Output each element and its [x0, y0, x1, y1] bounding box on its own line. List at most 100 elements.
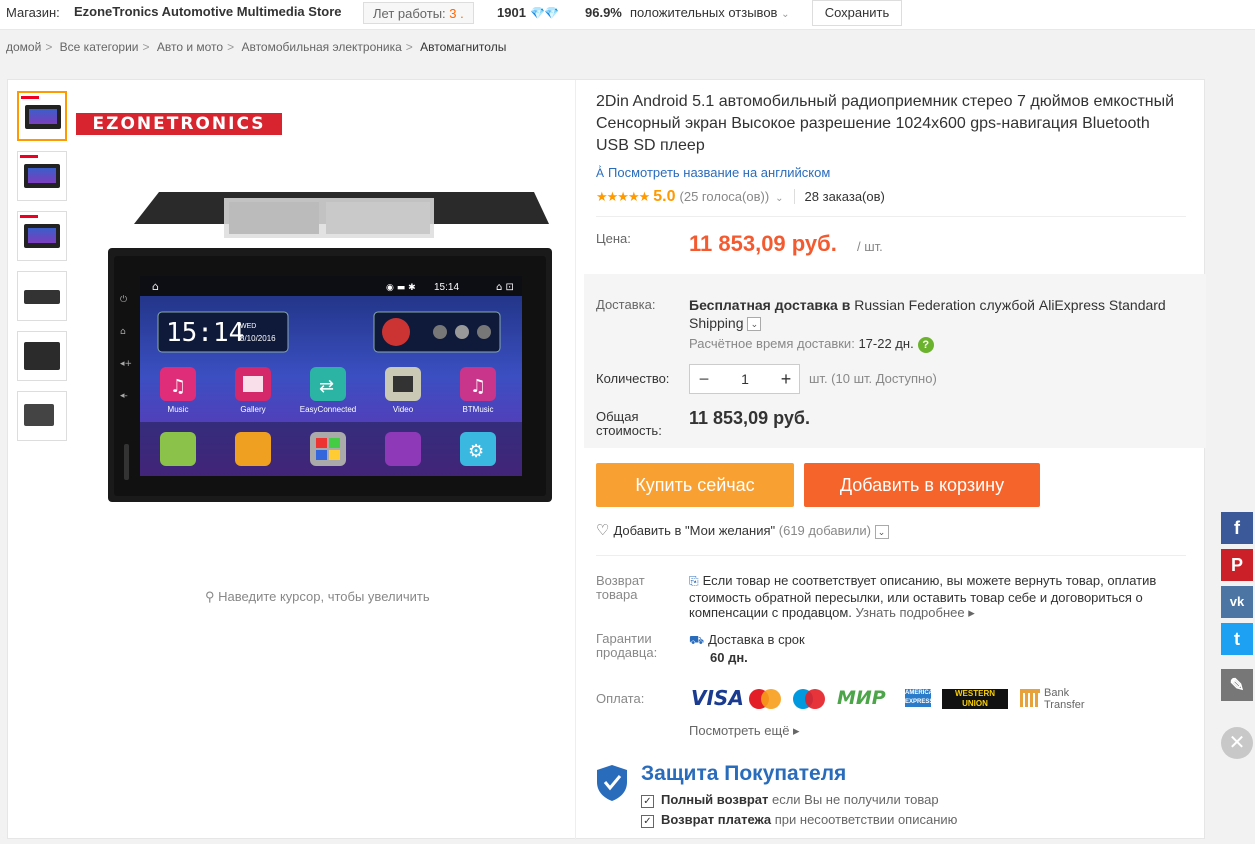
screen-date: 8/10/2016	[240, 334, 276, 343]
returns-more-link[interactable]: Узнать подробнее ▸	[856, 605, 975, 620]
quantity-stepper: − 1 +	[689, 364, 800, 394]
price-value: 11 853,09 руб.	[689, 231, 837, 256]
breadcrumb-all-categories[interactable]: Все категории	[60, 40, 139, 54]
delivery-options-dropdown[interactable]: ⌄	[747, 317, 762, 332]
thumb-image	[24, 290, 60, 304]
delivery-eta: Расчётное время доставки: 17-22 дн.?	[689, 336, 934, 353]
thumb-image	[24, 342, 60, 370]
main-product-image[interactable]: ⌂ ◉ ▬ ✱ 15:14 ⌂ ⊡ 15:14 WED 8/10/2016 ♫ …	[104, 184, 564, 514]
positive-feedback-dropdown[interactable]: положительных отзывов ⌄	[630, 5, 789, 20]
diamond-icon: 💎💎	[530, 6, 559, 20]
twitter-share-icon[interactable]: t	[1221, 623, 1253, 655]
years-badge: Лет работы: 3 .	[363, 2, 474, 24]
more-payment-link[interactable]: Посмотреть ещё ▸	[689, 723, 800, 739]
rating-value: 5.0	[653, 188, 676, 205]
protection-row-refund: ✓ Полный возврат если Вы не получили това…	[641, 792, 939, 808]
chevron-down-icon[interactable]: ⌄	[775, 193, 783, 204]
buy-now-button[interactable]: Купить сейчас	[596, 463, 794, 507]
returns-label: Возврат товара	[596, 573, 645, 602]
quantity-available: шт. (10 шт. Доступно)	[809, 371, 937, 386]
thumbnail-6[interactable]	[17, 391, 67, 441]
breadcrumb-home[interactable]: домой	[6, 40, 41, 54]
thumbnail-1[interactable]	[17, 91, 67, 141]
mastercard-logo	[749, 683, 783, 713]
translate-label: Посмотреть название на английском	[608, 165, 831, 180]
thumbnail-5[interactable]	[17, 331, 67, 381]
total-label: Общая стоимость:	[596, 409, 662, 438]
protection-row2-bold: Возврат платежа	[661, 812, 772, 827]
quantity-decrease-button[interactable]: −	[690, 365, 718, 393]
star-rating-icon: ★★★★★	[596, 189, 650, 204]
svg-text:◉ ▬ ✱: ◉ ▬ ✱	[386, 283, 416, 293]
breadcrumb-car-electronics[interactable]: Автомобильная электроника	[241, 40, 401, 54]
payment-label: Оплата:	[596, 691, 645, 706]
breadcrumb-car-radios[interactable]: Автомагнитолы	[420, 40, 506, 54]
breadcrumb-separator: >	[227, 40, 235, 54]
bank-transfer-label: Bank Transfer	[1044, 687, 1085, 711]
orders-count: 28 заказа(ов)	[793, 189, 885, 204]
quantity-input[interactable]: 1	[718, 365, 772, 393]
app-label: Gallery	[240, 405, 265, 414]
svg-text:⏻: ⏻	[120, 294, 127, 305]
breadcrumb-separator: >	[142, 40, 150, 54]
svg-text:⇄: ⇄	[319, 376, 334, 397]
protection-title: Защита Покупателя	[641, 762, 847, 785]
truck-icon: ⛟	[689, 633, 705, 647]
breadcrumb-auto-moto[interactable]: Авто и мото	[157, 40, 223, 54]
divider	[596, 216, 1186, 217]
positive-feedback-label: положительных отзывов	[630, 5, 778, 20]
thumbnail-2[interactable]	[17, 151, 67, 201]
returns-more-label: Узнать подробнее	[855, 605, 965, 620]
delivery-free: Бесплатная доставка в	[689, 297, 851, 313]
app-label: EasyConnected	[300, 405, 356, 414]
visa-logo: VISA	[691, 686, 744, 710]
svg-text:⌂: ⌂	[120, 327, 126, 337]
wishlist-dropdown[interactable]: ⌄	[874, 524, 889, 539]
eta-label: Расчётное время доставки:	[689, 336, 855, 351]
translate-title-link[interactable]: A͐ Посмотреть название на английском	[596, 165, 830, 180]
edit-icon[interactable]: ✎	[1221, 669, 1253, 701]
store-label: Магазин:	[6, 5, 60, 20]
divider	[596, 555, 1186, 556]
guarantee-label: Гарантии продавца:	[596, 631, 658, 660]
thumb-image	[24, 164, 60, 188]
thumb-image	[25, 105, 61, 129]
store-bar: Магазин: EzoneTronics Automotive Multime…	[0, 0, 1255, 30]
save-store-button[interactable]: Сохранить	[812, 0, 902, 26]
price-label: Цена:	[596, 231, 631, 246]
brand-logo: EZONETRONICS	[76, 113, 282, 135]
svg-text:◂+: ◂+	[120, 359, 132, 369]
svg-text:⌂ ⊡: ⌂ ⊡	[496, 282, 514, 293]
eta-value: 17-22 дн.	[858, 336, 914, 351]
add-to-wishlist-link[interactable]: ♡ Добавить в "Мои желания" (619 добавили)…	[596, 521, 889, 539]
thumbnail-4[interactable]	[17, 271, 67, 321]
protection-row-return: ✓ Возврат платежа при несоответствии опис…	[641, 812, 957, 828]
more-payment-label: Посмотреть ещё	[689, 723, 790, 738]
facebook-share-icon[interactable]: f	[1221, 512, 1253, 544]
wishlist-label: Добавить в "Мои желания"	[613, 523, 776, 538]
votes-count[interactable]: (25 голоса(ов))	[680, 189, 770, 204]
per-unit: / шт.	[857, 239, 883, 254]
svg-text:♫: ♫	[470, 376, 486, 397]
product-panel: EZONETRONICS ⌂ ◉ ▬ ✱ 15:14 ⌂ ⊡ 15:14 WED…	[7, 79, 1206, 840]
screen-day: WED	[240, 323, 256, 330]
guarantee-text: ⛟ Доставка в срок 60 дн.	[689, 631, 805, 667]
maestro-logo	[793, 683, 827, 713]
mir-logo: МИР	[837, 687, 886, 709]
breadcrumb: домой > Все категории > Авто и мото > Автом…	[6, 40, 510, 54]
thumbnail-3[interactable]	[17, 211, 67, 261]
add-to-cart-button[interactable]: Добавить в корзину	[804, 463, 1040, 507]
magnifier-icon: ⚲	[205, 589, 215, 604]
buyer-protection: Защита Покупателя ✓ Полный возврат если В…	[596, 762, 996, 844]
guarantee-days: 60 дн.	[710, 650, 748, 665]
pinterest-share-icon[interactable]: P	[1221, 549, 1253, 581]
app-label: Music	[168, 405, 189, 414]
product-title: 2Din Android 5.1 автомобильный радиоприе…	[596, 93, 1175, 154]
check-icon: ✓	[641, 795, 654, 808]
store-name-link[interactable]: EzoneTronics Automotive Multimedia Store	[74, 4, 342, 19]
help-icon[interactable]: ?	[917, 336, 934, 353]
close-icon[interactable]: ✕	[1221, 727, 1253, 759]
vk-share-icon[interactable]: vk	[1221, 586, 1253, 618]
quantity-increase-button[interactable]: +	[772, 365, 800, 393]
seller-score[interactable]: 1901	[497, 5, 526, 20]
